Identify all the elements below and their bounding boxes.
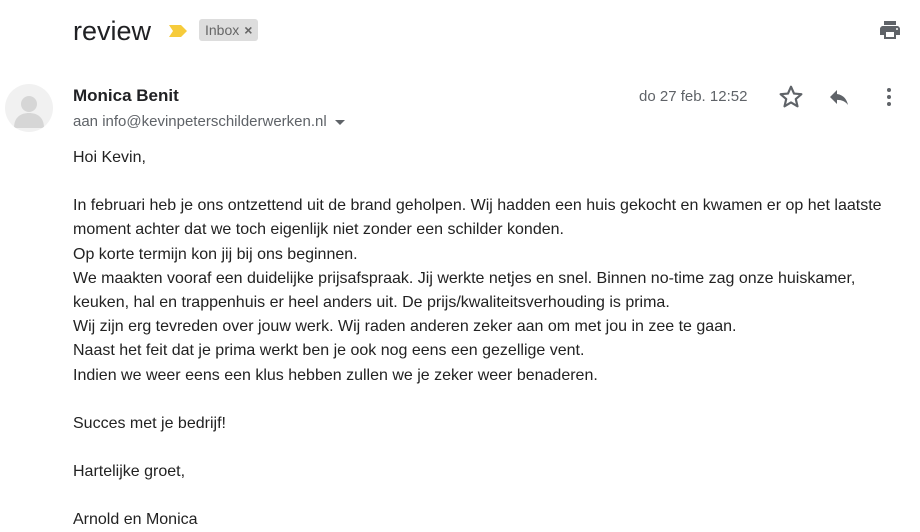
body-line: Indien we weer eens een klus hebben zull… <box>73 366 598 384</box>
body-line: We maakten vooraf een duidelijke prijsaf… <box>73 269 856 287</box>
body-line: In februari heb je ons ontzettend uit de… <box>73 197 882 215</box>
star-icon[interactable] <box>778 84 804 110</box>
importance-marker-icon[interactable] <box>168 24 188 38</box>
print-icon[interactable] <box>878 18 902 42</box>
inbox-label-text: Inbox <box>205 22 240 38</box>
reply-icon[interactable] <box>826 85 852 109</box>
email-date: do 27 feb. 12:52 <box>639 88 748 105</box>
show-details-chevron-icon[interactable] <box>334 120 345 125</box>
greeting: Hoi Kevin, <box>73 149 146 166</box>
body-line: keuken, hal en trappenhuis er heel ander… <box>73 294 670 312</box>
more-vertical-icon[interactable] <box>879 86 899 108</box>
body-line: Naast het feit dat je prima werkt ben je… <box>73 342 585 360</box>
body-line: Op korte termijn kon jij bij ons beginne… <box>73 245 358 263</box>
recipient-text: aan info@kevinpeterschilderwerken.nl <box>73 113 327 130</box>
email-subject: review <box>73 16 152 46</box>
sender-avatar[interactable] <box>5 84 53 132</box>
remove-label-button[interactable]: × <box>244 19 252 41</box>
inbox-label-chip[interactable]: Inbox × <box>199 19 259 41</box>
signature: Arnold en Monica <box>73 511 198 529</box>
closing-wish: Succes met je bedrijf! <box>73 414 226 432</box>
body-line: moment achter dat we toch eigenlijk niet… <box>73 221 564 239</box>
sign-off: Hartelijke groet, <box>73 463 186 481</box>
email-body: Hoi Kevin, In februari heb je ons ontzet… <box>73 146 913 532</box>
body-line: Wij zijn erg tevreden over jouw werk. Wi… <box>73 318 737 336</box>
recipient-line: aan info@kevinpeterschilderwerken.nl <box>73 113 345 130</box>
avatar-icon <box>14 96 44 128</box>
sender-name[interactable]: Monica Benit <box>73 86 179 106</box>
